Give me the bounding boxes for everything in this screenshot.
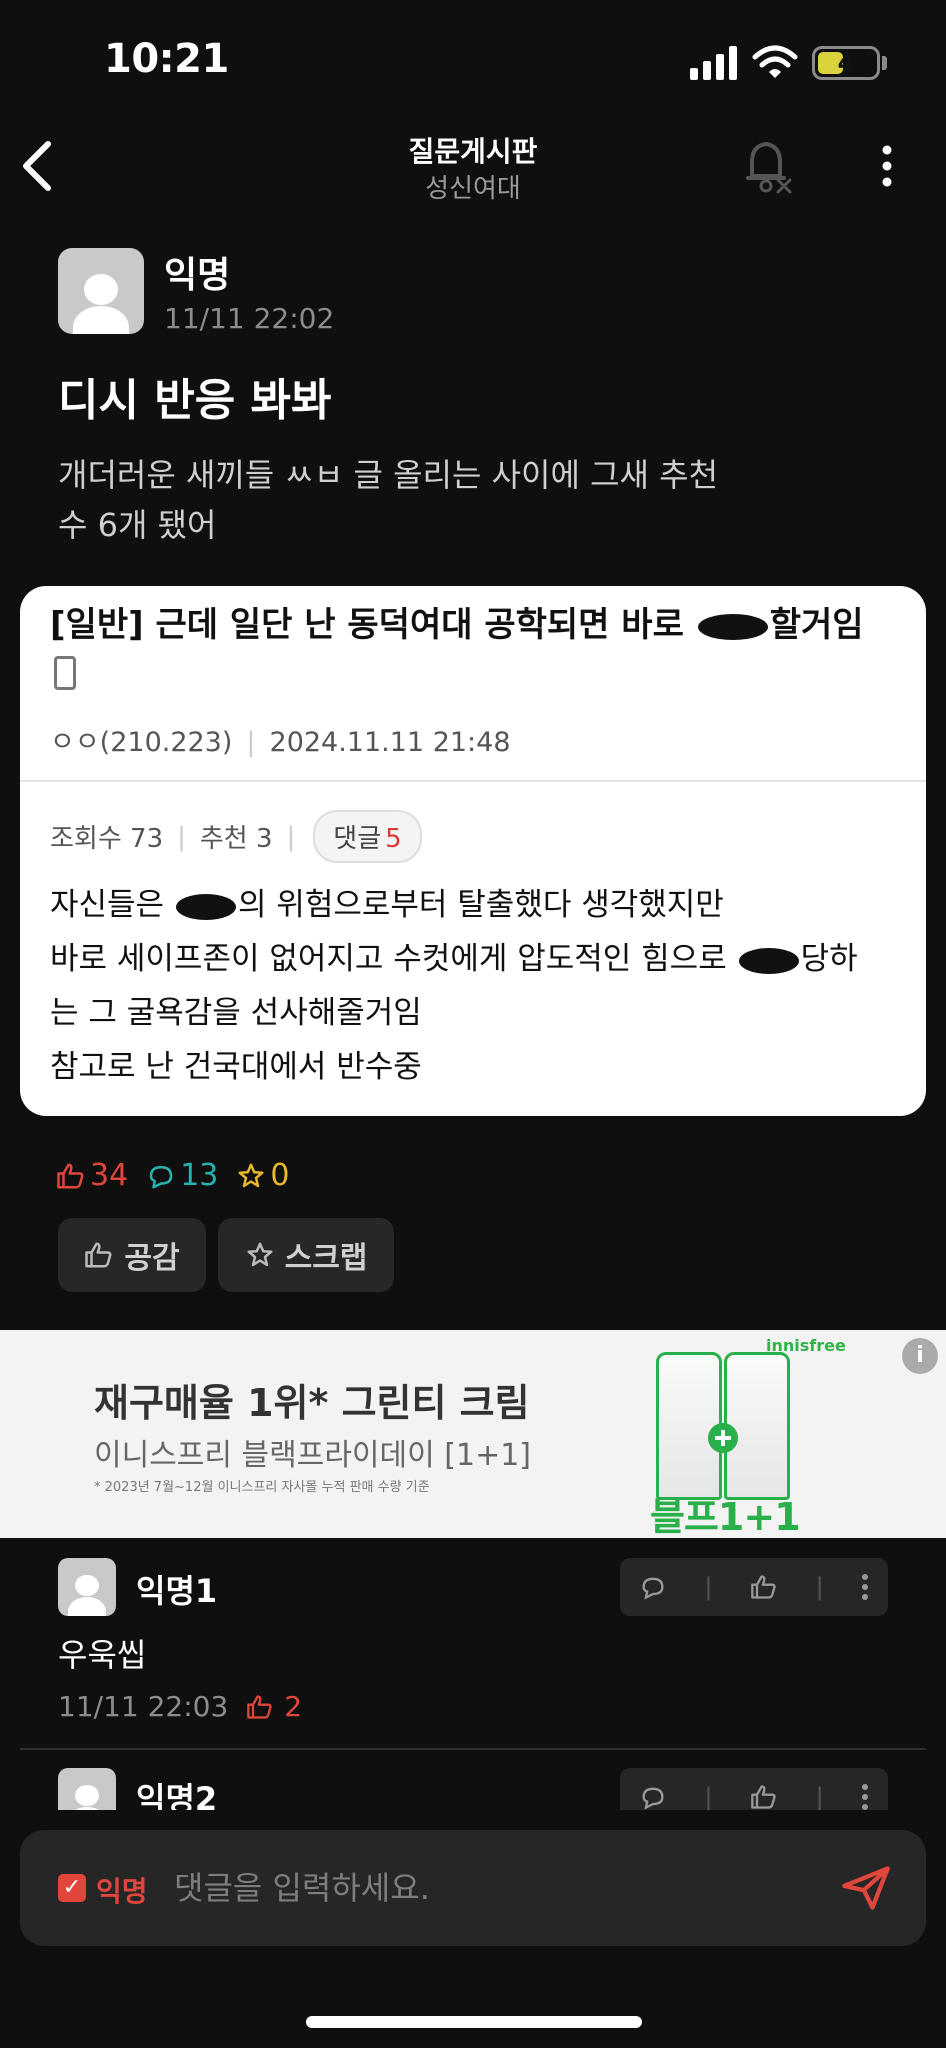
censor-blot xyxy=(697,613,768,640)
status-time: 10:21 xyxy=(104,36,229,82)
post-body-line: 수 6개 됐어 xyxy=(58,506,217,544)
star-icon xyxy=(238,1163,264,1187)
comment-meta: 11/11 22:03 2 xyxy=(58,1690,302,1723)
reaction-counts: 34 13 0 xyxy=(56,1158,289,1193)
post-body: 개더러운 새끼들 ㅆㅂ 글 올리는 사이에 그새 추천 수 6개 됐어 xyxy=(58,450,818,550)
post-title: 디시 반응 봐봐 xyxy=(58,375,332,426)
comment-count: 13 xyxy=(180,1158,219,1193)
home-indicator xyxy=(306,2016,642,2028)
comment-date: 11/11 22:03 xyxy=(58,1690,229,1723)
comment-icon xyxy=(149,1165,173,1188)
embedded-title-text: [일반] 근데 일단 난 동덕여대 공학되면 바로 xyxy=(50,605,696,645)
embedded-title-text: 할거임 xyxy=(769,605,864,645)
thumbs-up-icon xyxy=(85,1242,112,1268)
comment-author: 익명1 xyxy=(136,1572,218,1610)
post-date: 11/11 22:02 xyxy=(164,302,335,335)
like-button[interactable]: 공감 xyxy=(58,1218,206,1292)
scrap-button[interactable]: 스크랩 xyxy=(218,1218,394,1292)
anonymous-label[interactable]: 익명 xyxy=(96,1870,148,1910)
embedded-author: ㅇㅇ(210.223) xyxy=(50,727,233,758)
notification-off-icon[interactable] xyxy=(744,138,794,194)
comment-item: 익명2 | | xyxy=(0,1760,946,1810)
thumbs-up-icon xyxy=(57,1163,84,1188)
embedded-body-line: 바로 세이프존이 없어지고 수컷에게 압도적인 힘으로 당하 xyxy=(50,941,858,977)
reply-icon[interactable] xyxy=(639,1573,667,1601)
comment-avatar xyxy=(58,1558,116,1616)
censor-blot xyxy=(738,947,799,974)
comment-input-bar: ✓ 익명 xyxy=(20,1830,926,1946)
embedded-body-line: 자신들은 의 위험으로부터 탈출했다 생각했지만 xyxy=(50,887,724,923)
embedded-comments-label: 댓글 xyxy=(333,824,382,854)
comment-input[interactable] xyxy=(174,1860,694,1916)
ad-subtitle: 이니스프리 블랙프라이데이 [1+1] xyxy=(94,1438,531,1473)
send-icon[interactable] xyxy=(840,1864,892,1912)
ad-footnote: * 2023년 7월~12월 이니스프리 자사몰 누적 판매 수량 기준 xyxy=(94,1480,430,1495)
post-avatar xyxy=(58,248,144,334)
plus-icon xyxy=(708,1423,738,1453)
battery-level: 4 xyxy=(837,49,855,77)
embedded-post-title: [일반] 근데 일단 난 동덕여대 공학되면 바로 할거임 xyxy=(50,602,900,648)
comment-actions: | | xyxy=(620,1768,888,1810)
comment-body: 우욱씹 xyxy=(58,1636,147,1674)
embedded-views: 조회수 73 xyxy=(50,824,164,854)
embedded-comments-count: 5 xyxy=(385,824,402,854)
post-author: 익명 xyxy=(164,255,231,296)
embedded-post-card: [일반] 근데 일단 난 동덕여대 공학되면 바로 할거임 ㅇㅇ(210.223… xyxy=(20,586,926,1116)
scrap-button-label: 스크랩 xyxy=(284,1241,368,1276)
comment-divider xyxy=(20,1748,926,1750)
comment-like-count: 2 xyxy=(284,1690,303,1723)
battery-icon: 4 xyxy=(812,46,880,80)
embedded-post-body: 자신들은 의 위험으로부터 탈출했다 생각했지만 바로 세이프존이 없어지고 수… xyxy=(50,878,920,1094)
thumbs-up-icon[interactable] xyxy=(750,1783,778,1810)
censor-blot xyxy=(175,893,236,920)
board-title: 질문게시판 xyxy=(408,135,538,168)
card-divider xyxy=(20,780,926,782)
embedded-body-line: 는 그 굴욕감을 선사해줄거임 xyxy=(50,995,422,1031)
reply-icon[interactable] xyxy=(639,1783,667,1810)
ad-title: 재구매율 1위* 그린티 크림 xyxy=(94,1381,530,1425)
comment-actions: | | xyxy=(620,1558,888,1616)
post-body-line: 개더러운 새끼들 ㅆㅂ 글 올리는 사이에 그새 추천 xyxy=(58,456,719,494)
thumbs-up-icon[interactable] xyxy=(750,1573,778,1601)
thumbs-up-icon xyxy=(247,1694,272,1719)
embedded-comments-pill: 댓글 5 xyxy=(313,810,422,863)
like-count: 34 xyxy=(90,1158,129,1193)
more-options-icon[interactable] xyxy=(876,144,898,188)
signal-icon xyxy=(690,46,737,80)
like-button-label: 공감 xyxy=(124,1241,180,1276)
scrap-count: 0 xyxy=(270,1158,290,1193)
embedded-body-line: 참고로 난 건국대에서 반수중 xyxy=(50,1049,422,1085)
ad-banner[interactable]: 재구매율 1위* 그린티 크림 이니스프리 블랙프라이데이 [1+1] * 20… xyxy=(0,1330,946,1539)
embedded-datetime: 2024.11.11 21:48 xyxy=(269,727,511,758)
ad-badge: 블프1+1 xyxy=(650,1495,801,1539)
more-options-icon[interactable] xyxy=(861,1573,869,1601)
mobile-icon xyxy=(54,656,76,690)
embedded-post-meta: ㅇㅇ(210.223) | 2024.11.11 21:48 xyxy=(50,727,511,758)
anonymous-checkbox[interactable]: ✓ xyxy=(58,1874,86,1902)
wifi-icon xyxy=(752,45,798,78)
more-options-icon[interactable] xyxy=(861,1783,869,1810)
star-icon xyxy=(247,1242,273,1267)
ad-info-icon[interactable]: i xyxy=(902,1338,938,1374)
comment-avatar xyxy=(58,1768,116,1810)
battery-nub xyxy=(882,56,887,70)
embedded-recommends: 추천 3 xyxy=(199,824,273,854)
comment-author: 익명2 xyxy=(136,1780,218,1810)
embedded-post-stats: 조회수 73 | 추천 3 | 댓글 5 xyxy=(50,810,422,863)
board-subtitle: 성신여대 xyxy=(425,174,521,204)
